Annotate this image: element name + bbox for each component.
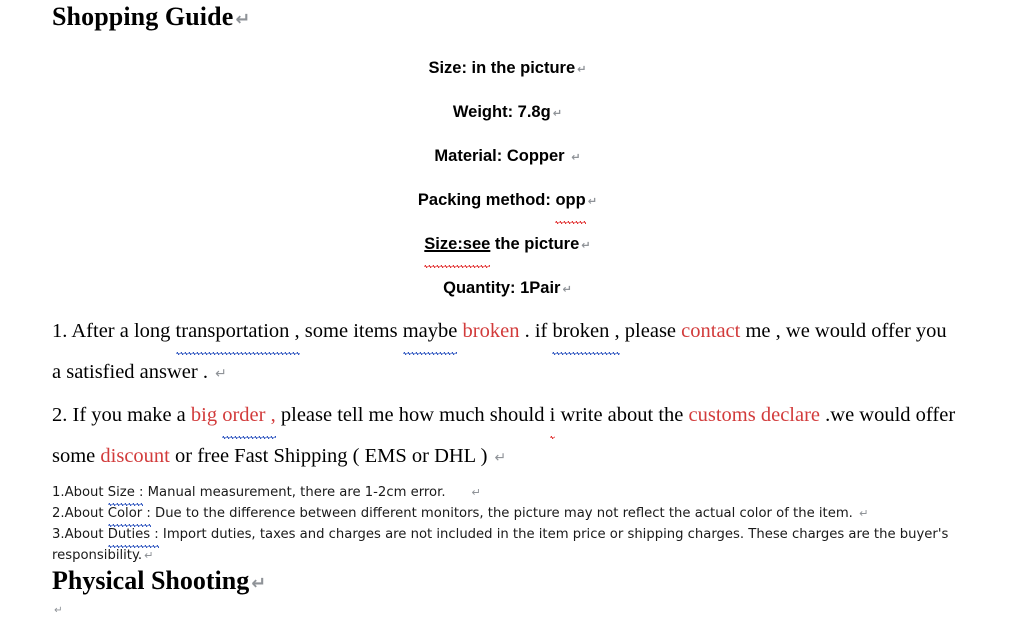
paragraph-2-customs-declare: customs declare (688, 404, 821, 426)
paragraph-1-seg-k: me , we would offer you (740, 320, 947, 342)
paragraph-2-line2-a: some (52, 445, 101, 467)
paragraph-return-icon: ↵ (471, 486, 481, 499)
paragraph-return-icon: ↵ (562, 283, 572, 296)
paragraph-2-discount: discount (100, 445, 170, 467)
shipping-notes-list: 1.About Size : Manual measurement, there… (0, 479, 1015, 566)
policy-paragraph-2: 2. If you make a big order , please tell… (0, 395, 1015, 439)
note-item-color: 2.About Color : Due to the difference be… (52, 503, 975, 527)
paragraph-return-icon: ↵ (552, 107, 563, 120)
paragraph-return-icon: ↵ (494, 450, 507, 466)
paragraph-return-icon: ↵ (581, 239, 591, 252)
note-1-text: Manual measurement, there are 1-2cm erro… (143, 485, 446, 500)
paragraph-2-seg-h: .we would offer (820, 404, 956, 426)
note-item-duties: 3.About Duties : Import duties, taxes an… (52, 524, 975, 566)
spec-size-see-rest: the picture (490, 235, 580, 253)
note-item-size: 1.About Size : Manual measurement, there… (52, 482, 975, 506)
note-3-number: 3.About (52, 527, 108, 542)
spec-packing-label: Packing method: (417, 191, 556, 209)
policy-paragraph-1: 1. After a long transportation , some it… (0, 311, 1015, 355)
note-1-number: 1.About (52, 485, 108, 500)
paragraph-1-seg-a: After a long (71, 320, 176, 342)
paragraph-2-order: order , (222, 395, 276, 439)
paragraph-1-contact-highlight: contact (681, 320, 741, 342)
trailing-empty-paragraph: ↵ (0, 599, 1015, 621)
paragraph-return-icon: ↵ (571, 151, 581, 164)
product-spec-block: Size: in the picture ↵ Weight: 7.8g ↵ Mate… (0, 35, 1015, 311)
paragraph-return-icon: ↵ (587, 195, 598, 208)
paragraph-2-i-lowercase: i (549, 395, 555, 439)
spec-material-text: Material: Copper (434, 147, 570, 165)
section-title-text: Physical Shooting (52, 566, 250, 595)
spec-size-see-term: Size:see (424, 223, 491, 268)
paragraph-1-seg-i: please (619, 320, 682, 342)
page-title-text: Shopping Guide (52, 2, 234, 31)
policy-paragraph-2-line2: some discount or free Fast Shipping ( EM… (0, 436, 1015, 479)
paragraph-2-seg-d: please tell me how much should (275, 404, 550, 426)
paragraph-return-icon: ↵ (251, 574, 267, 594)
paragraph-return-icon: ↵ (144, 549, 154, 562)
paragraph-1-number: 1. (52, 320, 72, 342)
note-2-term: Color : (107, 503, 151, 527)
spec-line-size-see: Size:see the picture ↵ (0, 223, 1015, 268)
spec-line-size: Size: in the picture ↵ (0, 35, 1015, 91)
section-title-physical-shooting: Physical Shooting ↵ (0, 566, 1015, 599)
paragraph-1-line2-text: a satisfied answer . (52, 361, 214, 383)
note-3-text: Import duties, taxes and charges are not… (52, 527, 949, 563)
paragraph-2-big: big (190, 404, 223, 426)
paragraph-1-broken-second: broken , (552, 311, 620, 355)
note-2-text: Due to the difference between different … (150, 506, 858, 521)
spec-quantity-text: Quantity: 1Pair (443, 279, 561, 297)
note-3-term: Duties : (107, 524, 159, 548)
paragraph-2-line2-c: or free Fast Shipping ( EMS or DHL ) (169, 445, 493, 467)
document-page: Shopping Guide ↵ Size: in the picture ↵ We… (0, 0, 1015, 616)
paragraph-return-icon: ↵ (215, 366, 227, 382)
paragraph-return-icon: ↵ (54, 605, 63, 616)
paragraph-return-icon: ↵ (859, 507, 869, 520)
paragraph-return-icon: ↵ (577, 63, 587, 76)
paragraph-return-icon: ↵ (235, 10, 251, 30)
spec-line-material: Material: Copper ↵ (0, 135, 1015, 179)
note-2-number: 2.About (52, 506, 108, 521)
paragraph-1-broken-highlight: broken (462, 320, 520, 342)
spec-line-quantity: Quantity: 1Pair ↵ (0, 267, 1015, 311)
note-1-term: Size : (107, 482, 143, 506)
paragraph-1-transportation: transportation , (175, 311, 300, 355)
spec-line-weight: Weight: 7.8g ↵ (0, 91, 1015, 135)
page-title: Shopping Guide ↵ (0, 0, 1015, 35)
paragraph-2-seg-a: If you make a (72, 404, 191, 426)
spec-size-text: Size: in the picture (428, 59, 576, 77)
spec-line-packing: Packing method: opp ↵ (0, 179, 1015, 224)
paragraph-1-seg-g: . if (519, 320, 553, 342)
paragraph-2-number: 2. (52, 404, 73, 426)
policy-paragraph-1-line2: a satisfied answer . ↵ (0, 352, 1015, 395)
spec-weight-text: Weight: 7.8g (452, 103, 551, 121)
spec-packing-value: opp (555, 179, 586, 224)
paragraph-1-seg-c: some items (299, 320, 403, 342)
paragraph-1-maybe: maybe (402, 311, 457, 355)
paragraph-2-seg-f: write about the (555, 404, 689, 426)
